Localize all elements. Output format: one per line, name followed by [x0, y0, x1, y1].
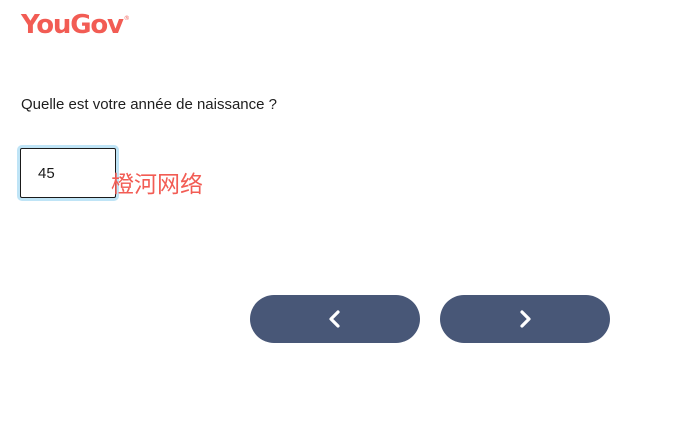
question-text: Quelle est votre année de naissance ?: [21, 96, 278, 113]
chevron-left-icon: [329, 310, 340, 328]
watermark-stamp: 橙河网络: [111, 172, 203, 198]
registered-mark: ®: [123, 15, 130, 22]
birth-year-input[interactable]: [20, 148, 116, 198]
chevron-right-icon: [520, 310, 531, 328]
year-input-focus-ring: [17, 145, 119, 201]
survey-page: YouGov ® Quelle est votre année de naiss…: [0, 0, 688, 422]
logo-text: YouGov: [21, 10, 124, 40]
next-button[interactable]: [440, 295, 610, 343]
svg-text:橙河网络: 橙河网络: [111, 172, 203, 198]
previous-button[interactable]: [250, 295, 420, 343]
yougov-logo: YouGov ®: [21, 9, 130, 41]
